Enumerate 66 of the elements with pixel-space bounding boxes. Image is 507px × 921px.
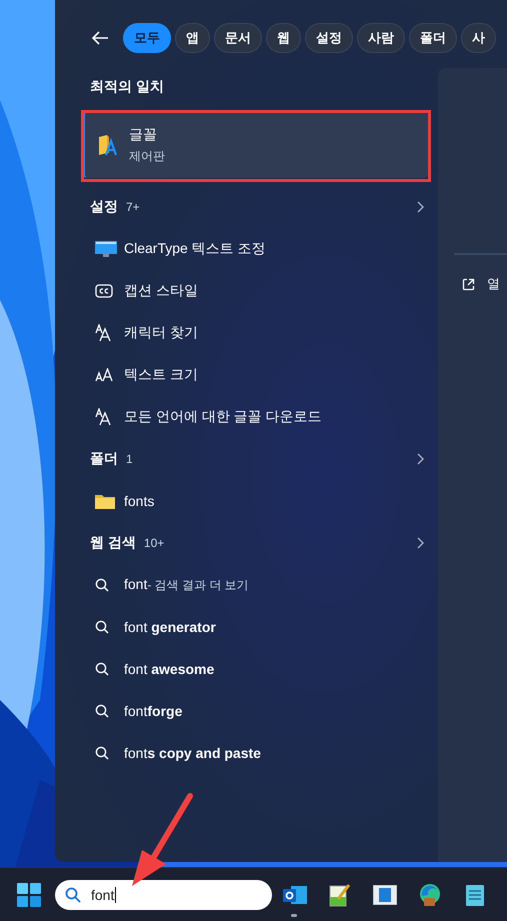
item-title: 글꼴	[129, 126, 158, 144]
folder-icon	[95, 494, 115, 508]
item-label: 텍스트 크기	[124, 366, 198, 384]
result-item[interactable]: font- 검색 결과 더 보기	[55, 564, 438, 606]
item-label: 캐릭터 찾기	[124, 324, 198, 342]
result-item[interactable]: 텍스트 크기	[55, 354, 438, 396]
result-count: 10+	[144, 536, 164, 550]
best-match-item[interactable]: 글꼴 제어판	[83, 112, 428, 178]
search-field[interactable]: font	[55, 880, 272, 910]
result-item[interactable]: 캐릭터 찾기	[55, 312, 438, 354]
filter-tab[interactable]: 웹	[266, 23, 301, 53]
section-heading: 폴더	[90, 450, 118, 468]
filter-tab[interactable]: 모두	[123, 23, 171, 53]
browser-icon[interactable]	[418, 882, 442, 906]
external-link-icon[interactable]	[462, 278, 475, 290]
result-item[interactable]: font generator	[55, 606, 438, 648]
item-subtitle: 제어판	[129, 148, 165, 164]
filter-tab[interactable]: 문서	[214, 23, 262, 53]
section-heading: 설정	[90, 198, 118, 216]
result-item[interactable]: fonts	[55, 480, 438, 522]
filter-tab[interactable]: 사	[461, 23, 496, 53]
search-icon	[65, 886, 81, 902]
font-size-icon	[95, 368, 115, 382]
item-label: 캡션 스타일	[124, 282, 198, 300]
result-item[interactable]: 캡션 스타일	[55, 270, 438, 312]
filter-tab[interactable]: 설정	[305, 23, 353, 53]
font-icon	[95, 408, 113, 426]
item-label: 모든 언어에 대한 글꼴 다운로드	[124, 408, 322, 426]
result-count: 1	[126, 452, 133, 466]
result-count: 7+	[126, 200, 140, 214]
section-heading: 최적의 일치	[89, 77, 165, 96]
item-label: ClearType 텍스트 조정	[124, 240, 266, 258]
folder-font-icon	[97, 133, 117, 157]
chevron-icon[interactable]	[417, 537, 424, 549]
search-icon	[95, 662, 109, 676]
monitor-icon	[95, 241, 117, 257]
result-item[interactable]: font awesome	[55, 648, 438, 690]
item-label: font awesome	[124, 661, 214, 677]
result-item[interactable]: ClearType 텍스트 조정	[55, 228, 438, 270]
chevron-icon[interactable]	[417, 201, 424, 213]
filter-tab[interactable]: 폴더	[409, 23, 457, 53]
notepad-pen-icon[interactable]	[328, 882, 350, 906]
open-link[interactable]: 열	[487, 275, 500, 293]
captions-icon	[95, 284, 113, 298]
chevron-icon[interactable]	[417, 453, 424, 465]
item-label: fontforge	[124, 703, 182, 719]
item-label: font generator	[124, 619, 216, 635]
result-item[interactable]: fonts copy and paste	[55, 732, 438, 774]
filter-tab[interactable]: 앱	[175, 23, 210, 53]
app-window-icon[interactable]	[372, 884, 396, 904]
item-label: font- 검색 결과 더 보기	[124, 576, 249, 594]
back-button[interactable]	[91, 31, 109, 45]
notepad-icon[interactable]	[464, 882, 484, 906]
result-item[interactable]: fontforge	[55, 690, 438, 732]
search-icon	[95, 620, 109, 634]
filter-tab[interactable]: 사람	[357, 23, 405, 53]
section-heading: 웹 검색	[90, 534, 136, 552]
item-label: fonts copy and paste	[124, 745, 261, 761]
start-icon[interactable]	[17, 882, 41, 906]
item-label: fonts	[124, 493, 154, 509]
running-indicator	[291, 914, 297, 916]
search-icon	[95, 746, 109, 760]
result-item[interactable]: 모든 언어에 대한 글꼴 다운로드	[55, 396, 438, 438]
search-icon	[95, 704, 109, 718]
font-icon	[95, 324, 113, 342]
search-icon	[95, 578, 109, 592]
